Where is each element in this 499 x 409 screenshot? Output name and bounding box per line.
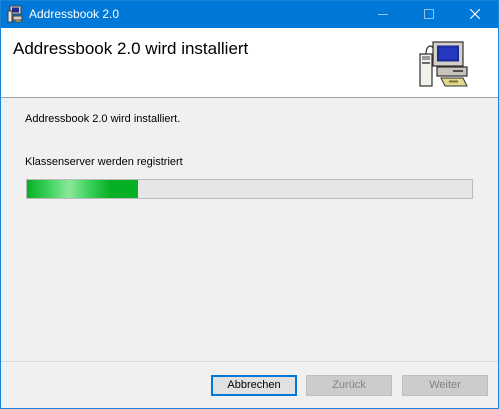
- window-title: Addressbook 2.0: [29, 7, 120, 21]
- close-icon: [470, 9, 480, 19]
- back-button[interactable]: Zurück: [306, 375, 392, 396]
- progress-status-text: Klassenserver werden registriert: [25, 156, 183, 168]
- cancel-button[interactable]: Abbrechen: [211, 375, 297, 396]
- maximize-button[interactable]: [406, 1, 452, 28]
- installer-computer-icon: [6, 5, 24, 23]
- minimize-icon: [378, 14, 388, 15]
- main-content: Addressbook 2.0 wird installiert. Klasse…: [1, 98, 498, 361]
- minimize-button[interactable]: [360, 1, 406, 28]
- header-banner: Addressbook 2.0 wird installiert: [1, 28, 498, 98]
- title-bar[interactable]: Addressbook 2.0: [1, 1, 498, 28]
- setup-computer-icon: [417, 38, 469, 90]
- close-button[interactable]: [452, 1, 498, 28]
- page-title: Addressbook 2.0 wird installiert: [13, 39, 249, 58]
- next-button[interactable]: Weiter: [402, 375, 488, 396]
- maximize-icon: [424, 9, 434, 19]
- installer-window: Addressbook 2.0 Addressbook 2.0 wird ins…: [0, 0, 499, 409]
- install-progress-bar: [26, 179, 473, 199]
- footer-divider: [1, 361, 498, 362]
- install-progress-fill: [27, 180, 139, 198]
- intro-text: Addressbook 2.0 wird installiert.: [25, 113, 181, 125]
